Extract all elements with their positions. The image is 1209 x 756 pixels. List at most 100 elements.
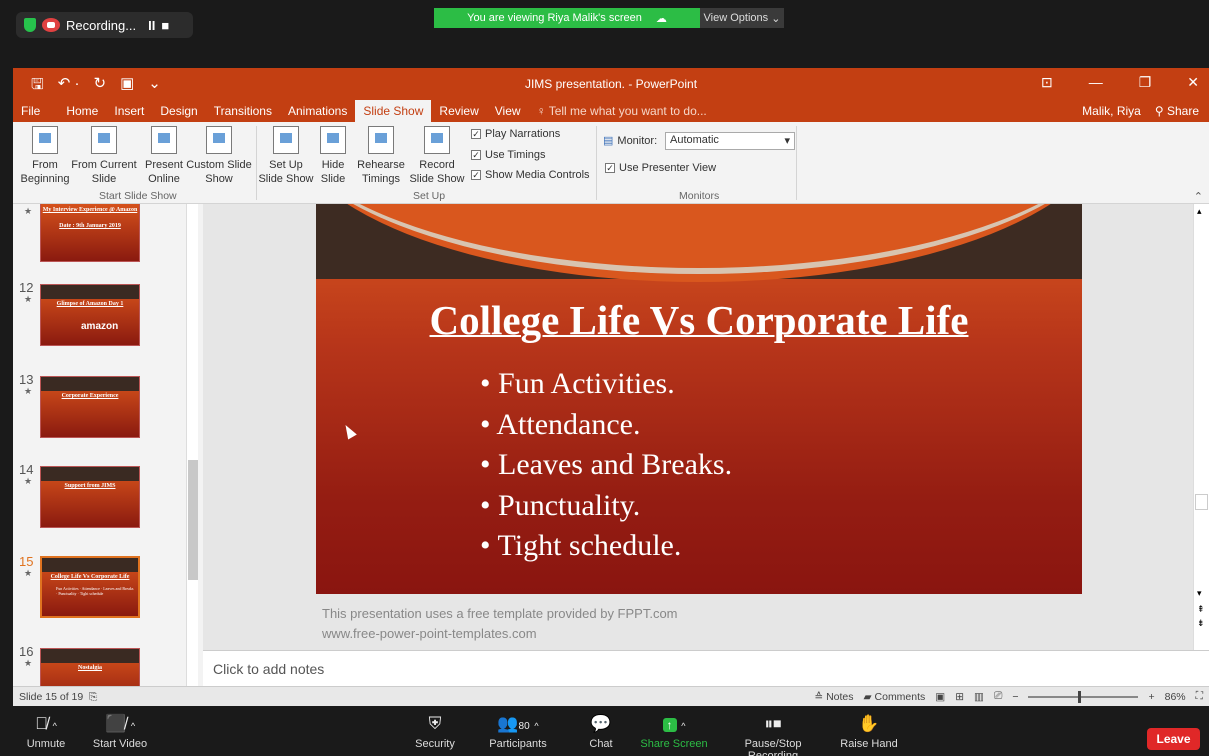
tab-insert[interactable]: Insert xyxy=(106,100,152,122)
collapse-ribbon-icon[interactable]: ⌃ xyxy=(1194,190,1203,203)
recording-cloud-icon xyxy=(42,18,60,32)
bullet-item: Leaves and Breaks. xyxy=(480,445,732,486)
set-up-slide-show-button[interactable]: Set Up Slide Show xyxy=(258,126,314,186)
slide-scroll-thumb[interactable] xyxy=(1195,494,1208,510)
previous-slide-icon[interactable]: ⇞ xyxy=(1197,604,1205,615)
fit-slide-icon[interactable]: ⛶ xyxy=(1196,690,1203,703)
hide-slide-button[interactable]: Hide Slide xyxy=(314,126,352,186)
thumbnails-scrollbar[interactable] xyxy=(186,204,198,686)
recording-label: Recording... xyxy=(66,17,137,33)
reading-view-icon[interactable]: ▥ xyxy=(974,691,984,703)
share-screen-button[interactable]: ↑ ^ Share Screen xyxy=(640,712,708,750)
chat-icon: 💬 xyxy=(590,714,612,733)
next-slide-icon[interactable]: ⇟ xyxy=(1197,618,1205,629)
scroll-down-icon[interactable]: ▾ xyxy=(1197,588,1202,599)
share-button[interactable]: ⚲ Share xyxy=(1155,104,1199,118)
zoom-slider[interactable] xyxy=(1028,690,1139,703)
slide-thumbnail-selected[interactable]: College Life Vs Corporate Life Fun Activ… xyxy=(40,556,140,618)
restore-icon[interactable]: ❐ xyxy=(1139,74,1152,91)
participants-button[interactable]: 👥80 ^ Participants xyxy=(486,712,550,750)
tab-animations[interactable]: Animations xyxy=(280,100,355,122)
record-slide-show-button[interactable]: Record Slide Show xyxy=(406,126,468,186)
slide-thumbnail[interactable]: Nostalgia xyxy=(40,648,140,686)
play-narrations-label: Play Narrations xyxy=(485,128,561,140)
use-presenter-view-checkbox[interactable]: ✓ Use Presenter View xyxy=(605,162,716,174)
thumbnails-scroll-thumb[interactable] xyxy=(188,460,198,580)
play-narrations-checkbox[interactable]: ✓ Play Narrations xyxy=(471,128,560,140)
slide-title[interactable]: College Life Vs Corporate Life xyxy=(316,296,1082,344)
tab-transitions[interactable]: Transitions xyxy=(206,100,280,122)
slide-scrollbar[interactable]: ▴ ▾ ⇞ ⇟ xyxy=(1193,204,1209,650)
raise-hand-label: Raise Hand xyxy=(840,738,898,750)
notes-button[interactable]: ≙ Notes xyxy=(814,691,853,703)
rehearse-timings-button[interactable]: Rehearse Timings xyxy=(356,126,406,186)
slide-thumbnail[interactable]: Corporate Experience xyxy=(40,376,140,438)
ribbon-separator xyxy=(596,126,597,200)
zoom-toolbar: 🎙̸ ^ Unmute ⬛̸ ^ Start Video ⛨ Security … xyxy=(0,706,1209,756)
ribbon: From Beginning From Current Slide Presen… xyxy=(13,122,1209,204)
custom-slide-show-label: Custom Slide Show xyxy=(186,159,252,185)
scroll-up-icon[interactable]: ▴ xyxy=(1197,206,1202,217)
from-beginning-button[interactable]: From Beginning xyxy=(17,126,73,186)
zoom-in-icon[interactable]: + xyxy=(1148,691,1154,703)
ribbon-display-icon[interactable]: ⊡ xyxy=(1041,74,1053,91)
hide-slide-label: Hide Slide xyxy=(320,159,346,185)
slide-counter: Slide 15 of 19 ⎘ xyxy=(19,691,97,704)
template-credit-line2: www.free-power-point-templates.com xyxy=(322,626,537,641)
custom-slide-show-button[interactable]: Custom Slide Show xyxy=(185,126,253,186)
status-bar: Slide 15 of 19 ⎘ ≙ Notes ▰ Comments ▣ ⊞ … xyxy=(13,686,1209,706)
user-area: Malik, Riya ⚲ Share xyxy=(1082,100,1199,122)
slide-thumbnail[interactable]: My Interview Experience @ Amazon Date : … xyxy=(40,204,140,262)
notes-pane[interactable]: Click to add notes xyxy=(203,650,1209,686)
from-current-icon xyxy=(91,126,117,154)
zoom-level[interactable]: 86% xyxy=(1165,691,1186,703)
share-label: Share xyxy=(1166,104,1199,118)
use-timings-checkbox[interactable]: ✓ Use Timings xyxy=(471,149,546,161)
tab-file[interactable]: File xyxy=(13,100,48,122)
minimize-icon[interactable]: — xyxy=(1089,74,1103,91)
leave-button[interactable]: Leave xyxy=(1147,728,1200,750)
user-name[interactable]: Malik, Riya xyxy=(1082,104,1141,118)
show-media-controls-checkbox[interactable]: ✓ Show Media Controls xyxy=(471,169,590,181)
from-current-slide-button[interactable]: From Current Slide xyxy=(71,126,137,186)
title-bar: 🖫 ↶ · ↻ ▣ ⌄ JIMS presentation. - PowerPo… xyxy=(13,68,1209,100)
from-beginning-label: From Beginning xyxy=(20,159,70,185)
pause-recording-icon[interactable]: II xyxy=(148,18,155,33)
thumb-number: 15 xyxy=(19,554,34,569)
slide-bullet-list[interactable]: Fun Activities. Attendance. Leaves and B… xyxy=(480,364,732,567)
group-set-up: Set Up xyxy=(413,190,446,202)
thumb-title: Glimpse of Amazon Day 1 xyxy=(56,301,124,307)
monitor-select[interactable]: Automatic ▾ xyxy=(665,132,795,150)
present-online-button[interactable]: Present Online xyxy=(141,126,187,186)
close-icon[interactable]: ✕ xyxy=(1187,74,1199,91)
tab-view[interactable]: View xyxy=(487,100,529,122)
spellcheck-icon[interactable]: ⎘ xyxy=(86,691,97,703)
unmute-button[interactable]: 🎙̸ ^ Unmute xyxy=(24,712,68,750)
security-button[interactable]: ⛨ Security xyxy=(412,712,458,750)
raise-hand-button[interactable]: ✋ Raise Hand xyxy=(840,712,898,750)
tab-design[interactable]: Design xyxy=(152,100,205,122)
thumb-number: 13 xyxy=(19,372,34,387)
recording-indicator[interactable]: Recording... II ■ xyxy=(16,12,193,38)
pause-stop-icon: ⏸⏹ xyxy=(764,714,782,733)
thumb-title: My Interview Experience @ Amazon xyxy=(42,207,138,213)
view-options-button[interactable]: View Options ⌄ xyxy=(700,8,784,28)
slideshow-view-icon[interactable]: ⎚ xyxy=(994,690,1002,703)
slide-thumbnail[interactable]: Support from JIMS xyxy=(40,466,140,528)
zoom-out-icon[interactable]: − xyxy=(1012,691,1018,703)
slide-sorter-icon[interactable]: ⊞ xyxy=(955,691,964,703)
comments-button[interactable]: ▰ Comments xyxy=(864,691,926,703)
stop-recording-icon[interactable]: ■ xyxy=(161,18,169,33)
bullet-item: Tight schedule. xyxy=(480,526,732,567)
slide-thumbnail[interactable]: Glimpse of Amazon Day 1 amazon xyxy=(40,284,140,346)
chat-button[interactable]: 💬 Chat xyxy=(584,712,618,750)
tab-review[interactable]: Review xyxy=(431,100,486,122)
start-video-button[interactable]: ⬛̸ ^ Start Video xyxy=(88,712,152,750)
normal-view-icon[interactable]: ▣ xyxy=(935,691,945,703)
tab-home[interactable]: Home xyxy=(58,100,106,122)
tell-me-box[interactable]: ♀ Tell me what you want to do... xyxy=(537,104,707,118)
tab-slide-show[interactable]: Slide Show xyxy=(355,100,432,122)
chevron-down-icon: ⌄ xyxy=(768,12,781,25)
pause-stop-recording-button[interactable]: ⏸⏹ Pause/Stop Recording xyxy=(718,712,828,756)
current-slide[interactable]: College Life Vs Corporate Life Fun Activ… xyxy=(316,204,1082,594)
